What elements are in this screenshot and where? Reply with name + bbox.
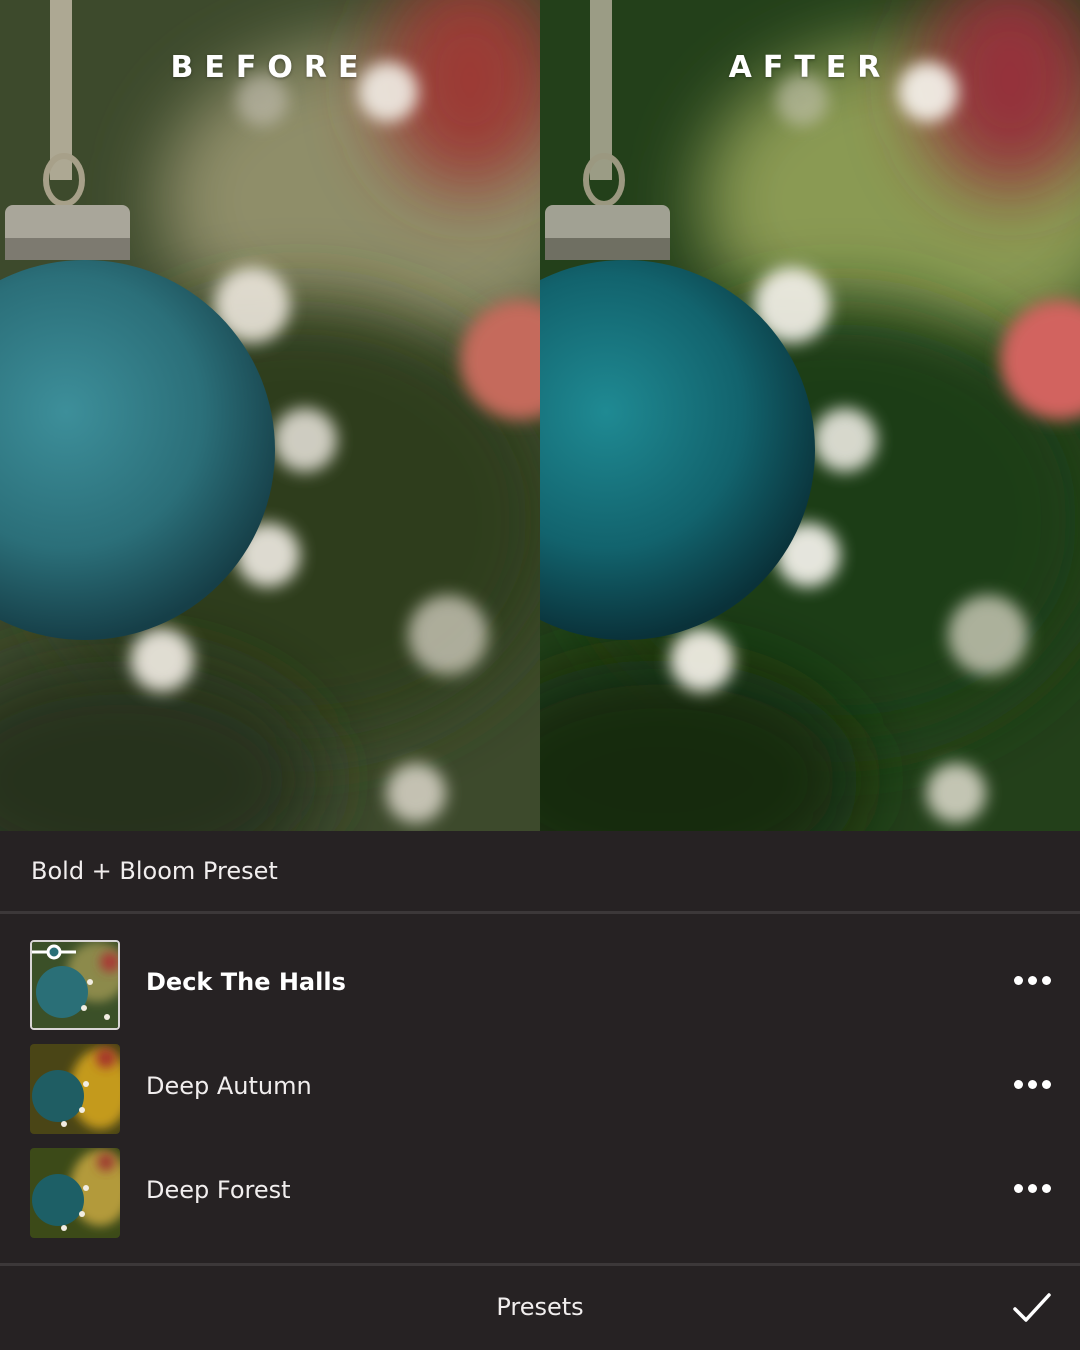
before-after-comparison: BEFORE AFTER: [0, 0, 1080, 831]
presets-tab-label[interactable]: Presets: [0, 1293, 1080, 1321]
preset-item-deck-the-halls[interactable]: Deck The Halls: [0, 940, 1080, 1030]
more-horizontal-icon[interactable]: [1010, 970, 1054, 990]
preset-panel: Bold + Bloom Preset Deck The Halls Deep …: [0, 831, 1080, 1350]
divider: [0, 911, 1080, 914]
preset-label: Deep Forest: [146, 1176, 291, 1204]
preset-group-title: Bold + Bloom Preset: [31, 857, 278, 885]
more-horizontal-icon[interactable]: [1010, 1074, 1054, 1094]
more-horizontal-icon[interactable]: [1010, 1178, 1054, 1198]
after-label: AFTER: [728, 50, 892, 85]
checkmark-icon[interactable]: [1012, 1291, 1052, 1325]
preset-thumbnail: [30, 940, 120, 1030]
divider: [0, 1263, 1080, 1266]
before-image: BEFORE: [0, 0, 540, 831]
adjust-slider-icon: [32, 944, 76, 960]
preset-item-deep-forest[interactable]: Deep Forest: [0, 1148, 1080, 1238]
preset-thumbnail: [30, 1148, 120, 1238]
preset-label: Deck The Halls: [146, 968, 346, 996]
preset-thumbnail: [30, 1044, 120, 1134]
before-label: BEFORE: [170, 50, 370, 85]
after-image: AFTER: [540, 0, 1080, 831]
preset-label: Deep Autumn: [146, 1072, 312, 1100]
preset-item-deep-autumn[interactable]: Deep Autumn: [0, 1044, 1080, 1134]
